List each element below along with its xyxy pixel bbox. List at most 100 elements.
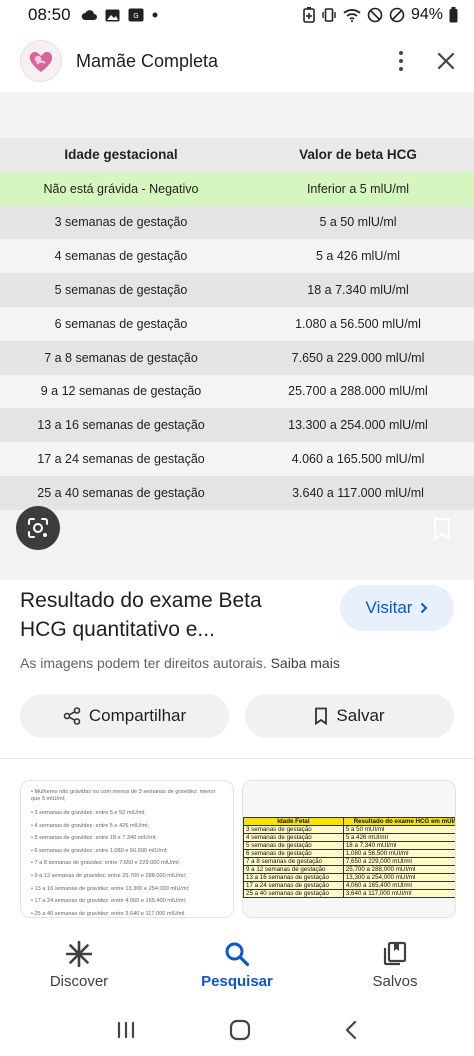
back-icon[interactable] [344,1020,358,1040]
thumb-text-line: • 5 semanas de gravidez: entre 18 e 7.34… [31,835,157,842]
thumb-table-row: 3 semanas de gestação 5 a 50 mUI/ml [243,825,455,834]
nav-discover[interactable]: Discover [0,926,158,1004]
save-button[interactable]: Salvar [245,694,454,738]
thumb-table-row: 4 semanas de gestação 5 a 426 mUI/ml [243,833,455,842]
site-title[interactable]: Mamãe Completa [76,51,218,72]
visit-button[interactable]: Visitar [340,585,454,631]
thumb-cell: 5 a 50 mUI/ml [342,825,455,834]
table-cell: 13 a 16 semanas de gestação [0,408,242,443]
thumb-table-header: Idade Fetal Resultado do exame HCG em mU… [243,817,455,826]
system-navigation-bar [0,1004,474,1056]
thumb-cell: 25,700 a 288,000 mUI/ml [342,865,455,874]
table-cell: 4.060 a 165.500 mlU/ml [242,442,474,476]
table-header-cell: Idade gestacional [0,138,242,172]
result-title-line2: HCG quantitativo e... [20,618,215,641]
rights-text: As imagens podem ter direitos autorais. [20,655,267,671]
table-cell: 3.640 a 117.000 mlU/ml [242,475,474,510]
thumb-cell: 13 a 16 semanas de gestação [243,873,344,882]
nav-search-label: Pesquisar [201,972,273,990]
nav-saved[interactable]: Salvos [316,926,474,1004]
bookmark-outline-icon[interactable] [432,517,452,541]
table-header-cell: Valor de beta HCG [242,138,474,172]
thumb-cell: 13,300 a 254,000 mUI/ml [342,873,455,882]
thumb-text-line: • 17 a 24 semanas de gravidez: entre 4.0… [31,898,187,905]
no-signal-icon [389,7,405,23]
table-cell: 5 a 50 mlU/ml [242,205,474,240]
hcg-table-image: Idade gestacional Valor de beta HCG Não … [0,138,474,510]
nav-saved-label: Salvos [372,972,418,990]
thumb-cell: 9 a 12 semanas de gestação [243,865,344,874]
thumb-table-row: 7 a 8 semanas de gestação 7,650 a 229,000… [243,857,455,866]
thumb-text-line: • 4 semanas de gravidez: entre 5 e 426 m… [31,822,149,829]
lens-icon [28,518,48,538]
status-bar: 08:50 G 94% [0,0,474,30]
table-cell: 3 semanas de gestação [0,205,242,240]
thumb-table-row: 25 a 40 semanas de gestação 3,640 a 117,0… [243,889,455,898]
related-image-1[interactable]: • Mulheres não grávidas ou com menos de … [20,780,234,918]
thumb-table-row: 6 semanas de gestação 1,080 a 56,500 mUI/… [243,849,455,858]
thumb-text-line: • 6 semanas de gravidez: entre 1.080 e 5… [31,847,168,854]
table-cell: Inferior a 5 mlU/ml [242,171,474,206]
thumb-text-line: • 13 a 16 semanas de gravidez: entre 13.… [31,885,190,892]
lens-search-button[interactable] [16,506,60,550]
image-preview[interactable]: Idade gestacional Valor de beta HCG Não … [0,92,474,580]
more-vert-icon[interactable] [396,51,406,71]
cloud-icon [81,10,97,20]
thumb-cell: 4 semanas de gestação [243,833,344,842]
thumb-cell: 7,650 a 229,000 mUI/ml [342,857,455,866]
table-row: 6 semanas de gestação 1.080 a 56.500 mlU… [0,306,474,341]
dot-icon [152,12,158,18]
bookmark-icon [315,707,328,725]
table-cell: 5 semanas de gestação [0,273,242,307]
related-image-2[interactable]: Idade Fetal Resultado do exame HCG em mU… [242,780,456,918]
table-row: 7 a 8 semanas de gestação 7.650 a 229.00… [0,340,474,375]
share-button[interactable]: Compartilhar [20,694,229,738]
nav-search[interactable]: Pesquisar [158,926,316,1004]
divider [0,758,474,759]
table-row: 4 semanas de gestação 5 a 426 mlU/ml [0,239,474,274]
thumb-cell: 5 a 426 mUI/ml [342,833,455,842]
recent-apps-icon[interactable] [116,1021,136,1039]
copyright-notice: As imagens podem ter direitos autorais. … [20,655,340,671]
thumb-text-line: • 7 a 8 semanas de gravidez: entre 7.650… [31,860,181,867]
table-cell: 13.300 a 254.000 mlU/ml [242,408,474,443]
thumb-cell: 25 a 40 semanas de gestação [243,889,344,898]
thumb-cell: 18 a 7,340 mUI/ml [342,841,455,850]
svg-text:G: G [133,12,138,20]
share-icon [63,707,81,725]
visit-label: Visitar [365,598,413,617]
result-title-line1: Resultado do exame Beta [20,589,262,612]
table-row: 17 a 24 semanas de gestação 4.060 a 165.… [0,442,474,476]
thumb-text-line: • 9 a 12 semanas de gravidez: entre 25.7… [31,872,187,879]
home-icon[interactable] [229,1019,251,1041]
baby-heart-logo-icon [29,51,53,72]
source-header: Mamãe Completa [0,30,474,92]
battery-icon [449,7,458,23]
close-icon[interactable] [436,51,456,71]
thumb-cell: 3,640 a 117,000 mUI/ml [342,889,455,898]
system-icons: 94% [303,6,458,24]
site-logo[interactable] [20,40,62,82]
thumb-cell: 4,060 a 165,400 mUI/ml [342,881,455,890]
result-title[interactable]: Resultado do exame Beta HCG quantitativo… [20,586,320,644]
table-cell: 1.080 a 56.500 mlU/ml [242,306,474,341]
bottom-navigation: Discover Pesquisar Salvos [0,926,474,1004]
thumb-cell: 7 a 8 semanas de gestação [243,857,344,866]
do-not-disturb-icon [367,7,383,23]
chevron-right-icon [421,602,428,614]
table-cell: 25 a 40 semanas de gestação [0,475,242,510]
search-icon [225,942,250,966]
thumb-cell: 17 a 24 semanas de gestação [243,881,344,890]
table-row: 25 a 40 semanas de gestação 3.640 a 117.… [0,475,474,510]
app-notification-icon: G [128,8,144,22]
thumb-text-line: • 3 semanas de gravidez: entre 5 e 50 ml… [31,810,146,816]
thumb-cell: 1,080 a 56,500 mUI/ml [342,849,455,858]
learn-more-link[interactable]: Saiba mais [271,655,340,671]
table-cell: 5 a 426 mlU/ml [242,239,474,274]
thumb-table-row: 13 a 16 semanas de gestação 13,300 a 254,… [243,873,455,882]
table-cell: 17 a 24 semanas de gestação [0,442,242,476]
table-cell: 7.650 a 229.000 mlU/ml [242,340,474,375]
table-row: Não está grávida - Negativo Inferior a 5… [0,171,474,206]
thumb-table-row: 9 a 12 semanas de gestação 25,700 a 288,0… [243,865,455,874]
table-cell: 4 semanas de gestação [0,239,242,274]
